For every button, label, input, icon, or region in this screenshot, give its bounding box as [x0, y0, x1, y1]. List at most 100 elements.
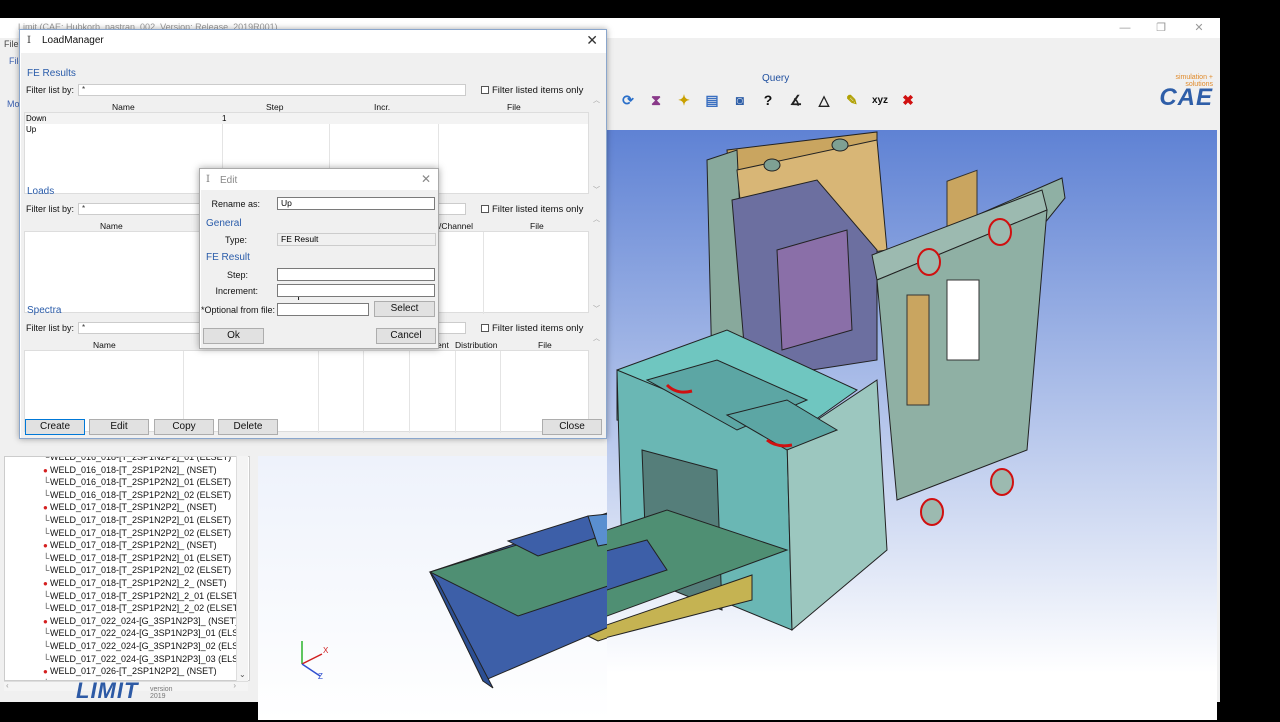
spectra-col-name[interactable]: Name	[93, 340, 116, 350]
filter-icon[interactable]: ⧗	[644, 88, 668, 112]
create-button[interactable]: Create	[25, 419, 85, 435]
scroll-up-arrow-icon[interactable]: ︿	[593, 333, 600, 343]
tree-branch-icon: └	[43, 527, 50, 538]
panel-icon[interactable]: ▤	[700, 88, 724, 112]
spectra-col-distribution[interactable]: Distribution	[455, 340, 498, 350]
rename-label: Rename as:	[211, 199, 260, 209]
tree-item[interactable]: ● WELD_017_018-[T_2SP1N2P2]_ (NSET)	[43, 501, 217, 513]
ok-button[interactable]: Ok	[203, 328, 264, 344]
checkbox-box[interactable]	[481, 86, 489, 94]
loads-col-file[interactable]: File	[530, 221, 544, 231]
loads-col-channel[interactable]: /Channel	[439, 221, 473, 231]
checkbox-box[interactable]	[481, 205, 489, 213]
loads-col-name[interactable]: Name	[100, 221, 123, 231]
close-button[interactable]: Close	[542, 419, 602, 435]
camera-icon[interactable]: ◙	[728, 88, 752, 112]
model-panel-tab[interactable]: Mo	[7, 99, 20, 109]
tree-item[interactable]: ● WELD_017_026-[T_2SP1N2P2]_ (NSET)	[43, 665, 217, 677]
nset-bullet-icon: ●	[43, 465, 48, 475]
rename-input[interactable]: Up	[277, 197, 435, 210]
tree-vertical-scrollbar[interactable]: ⌄	[236, 456, 248, 681]
tree-item[interactable]: └WELD_016_018-[T_2SP1P2N2]_02 (ELSET)	[43, 489, 231, 501]
select-button[interactable]: Select	[374, 301, 435, 317]
3d-viewport[interactable]	[426, 130, 1217, 720]
tree-item[interactable]: ● WELD_017_018-[T_2SP1P2N2]_2_ (NSET)	[43, 577, 227, 589]
copy-button[interactable]: Copy	[154, 419, 214, 435]
close-window-button[interactable]: ✕	[1182, 20, 1216, 36]
maximize-button[interactable]: ❐	[1144, 20, 1178, 36]
step-label: Step:	[226, 270, 248, 280]
model-tree[interactable]: └WELD_016_018-[T_2SP1N2P2]_01 (ELSET) ● WE…	[4, 456, 250, 681]
close-icon[interactable]: ✕	[586, 32, 598, 49]
spectra-col-file[interactable]: File	[538, 340, 552, 350]
table-row[interactable]: Down 1	[25, 113, 588, 124]
edit-button[interactable]: Edit	[89, 419, 149, 435]
step-input[interactable]	[277, 268, 435, 281]
delete-button[interactable]: Delete	[218, 419, 278, 435]
fe-col-name[interactable]: Name	[112, 102, 135, 112]
fe-col-step[interactable]: Step	[266, 102, 284, 112]
fe-results-filter-checkbox[interactable]: Filter listed items only	[481, 85, 583, 96]
scroll-up-arrow-icon[interactable]: ︿	[593, 214, 600, 224]
tree-item[interactable]: └WELD_017_018-[T_2SP1P2N2]_02 (ELSET)	[43, 564, 231, 576]
tree-item[interactable]: └WELD_017_022_024-[G_3SP1N2P3]_02 (ELSE	[43, 640, 244, 652]
tree-item[interactable]: └WELD_016_018-[T_2SP1P2N2]_01 (ELSET)	[43, 476, 231, 488]
loads-filter-checkbox[interactable]: Filter listed items only	[481, 204, 583, 215]
nset-bullet-icon: ●	[43, 579, 48, 588]
measure-angle-icon[interactable]: ∡	[784, 88, 808, 112]
minimize-button[interactable]: —	[1108, 20, 1142, 36]
tree-item[interactable]: └WELD_017_022_024-[G_3SP1N2P3]_03 (ELSE	[43, 653, 244, 665]
close-icon[interactable]: ✕	[421, 172, 431, 186]
increment-input[interactable]	[277, 284, 435, 297]
loads-filter-label: Filter list by:	[26, 204, 75, 214]
spectra-filter-checkbox[interactable]: Filter listed items only	[481, 323, 583, 334]
tree-item[interactable]: └WELD_016_018-[T_2SP1N2P2]_01 (ELSET)	[43, 457, 231, 463]
menu-file[interactable]: File	[4, 39, 19, 49]
fe-results-section-title: FE Results	[27, 68, 76, 79]
scroll-right-arrow-icon[interactable]: ›	[233, 681, 236, 690]
load-manager-title-bar: 𝕀 LoadManager ✕	[20, 30, 606, 52]
scroll-up-arrow-icon[interactable]: ︿	[593, 95, 600, 105]
tree-item-label: WELD_017_018-[T_2SP1P2N2]_2_ (NSET)	[50, 578, 227, 588]
scroll-left-arrow-icon[interactable]: ‹	[6, 681, 9, 690]
fe-col-file[interactable]: File	[507, 102, 521, 112]
tree-item-label: WELD_017_018-[T_2SP1P2N2]_01 (ELSET)	[50, 552, 232, 563]
edit-dialog-body: Rename as: Up General Type: FE Result FE…	[201, 190, 438, 348]
scroll-down-arrow-icon[interactable]: ﹀	[593, 304, 600, 314]
limit-logo: LIMIT	[76, 678, 139, 703]
fe-results-filter-input[interactable]: *	[78, 84, 466, 96]
scroll-down-arrow-icon[interactable]: ﹀	[593, 185, 600, 195]
angle-icon[interactable]: △	[812, 88, 836, 112]
fe-result-section-title: FE Result	[206, 252, 250, 263]
fe-col-incr[interactable]: Incr.	[374, 102, 390, 112]
fe-model-render	[426, 131, 1066, 681]
type-label: Type:	[224, 235, 247, 245]
optional-file-input[interactable]	[277, 303, 369, 316]
checkbox-box[interactable]	[481, 324, 489, 332]
cancel-button[interactable]: Cancel	[376, 328, 436, 344]
tree-item[interactable]: ● WELD_017_018-[T_2SP1P2N2]_ (NSET)	[43, 539, 217, 551]
tree-item-label: WELD_017_018-[T_2SP1P2N2]_2_01 (ELSET)	[50, 590, 242, 601]
tree-branch-icon: └	[43, 603, 50, 614]
tree-branch-icon: └	[43, 628, 50, 639]
tree-item[interactable]: └WELD_017_018-[T_2SP1N2P2]_01 (ELSET)	[43, 514, 231, 526]
tree-item[interactable]: └WELD_017_022_024-[G_3SP1N2P3]_01 (ELSE	[43, 627, 244, 639]
scroll-down-arrow-icon[interactable]: ⌄	[239, 670, 246, 679]
tree-item[interactable]: └WELD_017_018-[T_2SP1N2P2]_02 (ELSET)	[43, 527, 231, 539]
axis-triad-icon: X Z	[290, 636, 340, 691]
table-row[interactable]: Up	[25, 124, 588, 135]
query-icon[interactable]: ?	[756, 88, 780, 112]
tree-item[interactable]: └WELD_017_018-[T_2SP1P2N2]_01 (ELSET)	[43, 552, 231, 564]
edit-dialog: 𝕀 Edit ✕ Rename as: Up General Type: FE …	[199, 168, 439, 349]
xyz-icon[interactable]: xyz	[868, 88, 892, 112]
tree-item[interactable]: └WELD_017_018-[T_2SP1P2N2]_2_02 (ELSET)	[43, 602, 241, 614]
tree-item[interactable]: └WELD_017_018-[T_2SP1P2N2]_2_01 (ELSET)	[43, 590, 241, 602]
tree-item[interactable]: ● WELD_016_018-[T_2SP1P2N2]_ (NSET)	[43, 464, 217, 476]
refresh-icon[interactable]: ⟳	[616, 88, 640, 112]
highlight-icon[interactable]: ✦	[672, 88, 696, 112]
tree-branch-icon: └	[43, 515, 50, 525]
tree-branch-icon: └	[43, 477, 50, 488]
tree-item[interactable]: ● WELD_017_022_024-[G_3SP1N2P3]_ (NSET)	[43, 615, 238, 627]
cancel-query-icon[interactable]: ✖	[896, 88, 920, 112]
ruler-icon[interactable]: ✎	[840, 88, 864, 112]
